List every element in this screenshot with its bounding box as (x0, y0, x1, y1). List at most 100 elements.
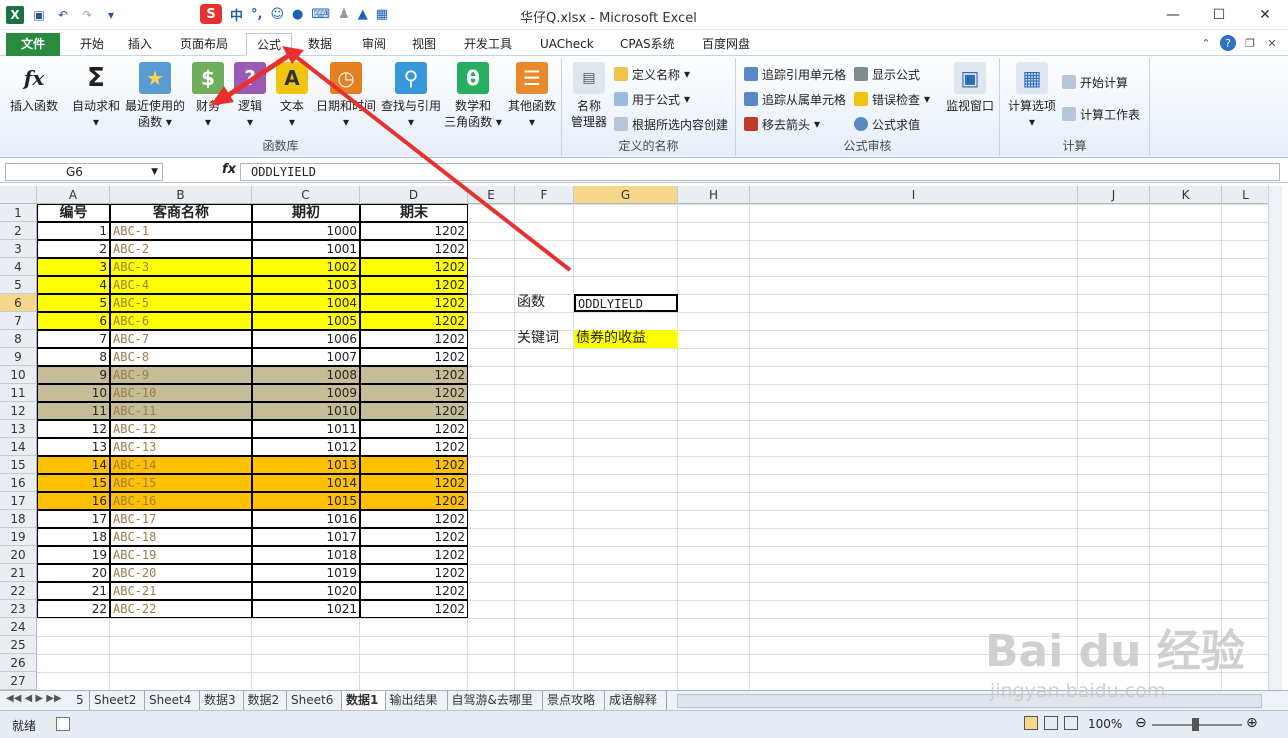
row-header[interactable]: 21 (0, 564, 37, 582)
text-button[interactable]: A 文本 ▾ (270, 62, 314, 130)
cell-end[interactable]: 1202 (360, 276, 468, 294)
column-header-j[interactable]: J (1078, 186, 1150, 204)
cell-id[interactable]: 6 (37, 312, 110, 330)
header-cell[interactable]: 编号 (37, 204, 110, 222)
cell-end[interactable]: 1202 (360, 222, 468, 240)
row-header[interactable]: 11 (0, 384, 37, 402)
row-header[interactable]: 15 (0, 456, 37, 474)
sheet-tab[interactable]: 数据2 (244, 691, 287, 710)
column-header-f[interactable]: F (515, 186, 574, 204)
label-keyword[interactable]: 关键词 (515, 330, 574, 348)
cell-end[interactable]: 1202 (360, 402, 468, 420)
normal-view-icon[interactable] (1024, 716, 1038, 730)
row-header[interactable]: 25 (0, 636, 37, 654)
cell-start[interactable]: 1021 (252, 600, 360, 618)
sheet-tab[interactable]: 输出结果 (386, 691, 448, 710)
row-header[interactable]: 8 (0, 330, 37, 348)
cell-end[interactable]: 1202 (360, 510, 468, 528)
sheet-tab[interactable]: 景点攻略 (543, 691, 605, 710)
row-header[interactable]: 1 (0, 204, 37, 222)
cell-id[interactable]: 7 (37, 330, 110, 348)
cell-start[interactable]: 1019 (252, 564, 360, 582)
calculate-now-button[interactable]: 开始计算 (1062, 72, 1128, 92)
cell-id[interactable]: 3 (37, 258, 110, 276)
row-header[interactable]: 23 (0, 600, 37, 618)
cell-start[interactable]: 1007 (252, 348, 360, 366)
undo-icon[interactable]: ↶ (54, 6, 72, 24)
row-header[interactable]: 14 (0, 438, 37, 456)
row-header[interactable]: 12 (0, 402, 37, 420)
recent-functions-button[interactable]: ★ 最近使用的 函数 ▾ (124, 62, 186, 130)
cell-name[interactable]: ABC-15 (110, 474, 252, 492)
collapse-ribbon-icon[interactable]: ⌃ (1198, 35, 1214, 51)
cell-id[interactable]: 5 (37, 294, 110, 312)
row-header[interactable]: 20 (0, 546, 37, 564)
keyboard-icon[interactable]: ⌨ (311, 7, 330, 22)
page-layout-view-icon[interactable] (1044, 716, 1058, 730)
cell-end[interactable]: 1202 (360, 456, 468, 474)
cell-id[interactable]: 18 (37, 528, 110, 546)
cell-start[interactable]: 1017 (252, 528, 360, 546)
cell-id[interactable]: 8 (37, 348, 110, 366)
cell-start[interactable]: 1020 (252, 582, 360, 600)
row-header[interactable]: 17 (0, 492, 37, 510)
row-header[interactable]: 5 (0, 276, 37, 294)
tab-formulas[interactable]: 公式 (246, 33, 292, 56)
row-header[interactable]: 9 (0, 348, 37, 366)
cell-id[interactable]: 22 (37, 600, 110, 618)
cell-start[interactable]: 1016 (252, 510, 360, 528)
cell-name[interactable]: ABC-14 (110, 456, 252, 474)
cell-name[interactable]: ABC-2 (110, 240, 252, 258)
row-header[interactable]: 10 (0, 366, 37, 384)
close-workbook-icon[interactable]: ✕ (1264, 35, 1280, 51)
cell-name[interactable]: ABC-11 (110, 402, 252, 420)
cell-start[interactable]: 1009 (252, 384, 360, 402)
sogou-icon[interactable]: S (200, 4, 222, 24)
column-header-e[interactable]: E (468, 186, 515, 204)
redo-icon[interactable]: ↷ (78, 6, 96, 24)
select-all-corner[interactable] (0, 186, 37, 204)
cell-id[interactable]: 12 (37, 420, 110, 438)
help-icon[interactable]: ? (1220, 35, 1236, 51)
row-header[interactable]: 18 (0, 510, 37, 528)
tab-uacheck[interactable]: UACheck (534, 33, 600, 56)
cell-start[interactable]: 1011 (252, 420, 360, 438)
column-header-k[interactable]: K (1150, 186, 1222, 204)
cell-end[interactable]: 1202 (360, 258, 468, 276)
sheet-tab[interactable]: Sheet6 (287, 691, 342, 710)
financial-button[interactable]: $ 财务 ▾ (186, 62, 230, 130)
row-header[interactable]: 2 (0, 222, 37, 240)
tab-view[interactable]: 视图 (406, 33, 442, 56)
minimize-icon[interactable]: — (1150, 0, 1196, 30)
cell-name[interactable]: ABC-5 (110, 294, 252, 312)
cell-name[interactable]: ABC-12 (110, 420, 252, 438)
zoom-in-icon[interactable]: ⊕ (1246, 715, 1258, 731)
selected-cell-g6[interactable]: ODDLYIELD (574, 294, 678, 312)
create-from-selection-button[interactable]: 根据所选内容创建 (614, 114, 728, 134)
cell-id[interactable]: 4 (37, 276, 110, 294)
cell-end[interactable]: 1202 (360, 330, 468, 348)
cell-start[interactable]: 1005 (252, 312, 360, 330)
cell-name[interactable]: ABC-9 (110, 366, 252, 384)
tab-file[interactable]: 文件 (6, 33, 60, 56)
row-header[interactable]: 7 (0, 312, 37, 330)
row-header[interactable]: 19 (0, 528, 37, 546)
cell-name[interactable]: ABC-22 (110, 600, 252, 618)
emoji-icon[interactable]: ☺ (270, 7, 284, 22)
cell-name[interactable]: ABC-7 (110, 330, 252, 348)
cell-start[interactable]: 1000 (252, 222, 360, 240)
tab-page-layout[interactable]: 页面布局 (174, 33, 234, 56)
column-header-b[interactable]: B (110, 186, 252, 204)
cell-name[interactable]: ABC-19 (110, 546, 252, 564)
cell-end[interactable]: 1202 (360, 564, 468, 582)
cell-id[interactable]: 13 (37, 438, 110, 456)
cell-id[interactable]: 11 (37, 402, 110, 420)
zoom-level[interactable]: 100% (1088, 717, 1122, 731)
more-functions-button[interactable]: ☰ 其他函数 ▾ (504, 62, 560, 130)
zoom-slider-thumb[interactable] (1192, 718, 1199, 731)
cell-end[interactable]: 1202 (360, 294, 468, 312)
sheet-tab[interactable]: Sheet4 (145, 691, 200, 710)
column-header-g[interactable]: G (574, 186, 678, 204)
math-trig-button[interactable]: θ 数学和 三角函数 ▾ (444, 62, 502, 130)
zoom-out-icon[interactable]: ⊖ (1135, 715, 1147, 731)
